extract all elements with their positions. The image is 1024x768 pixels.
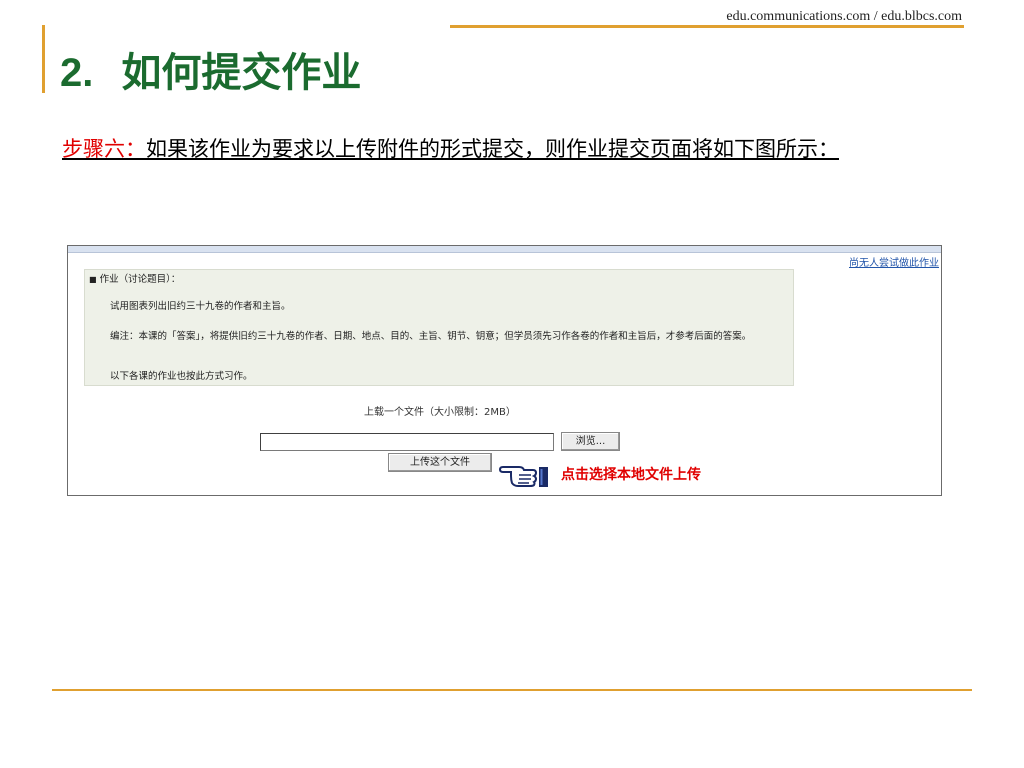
assignment-paragraph: 以下各课的作业也按此方式习作。 xyxy=(110,371,253,382)
browse-button[interactable]: 浏览... xyxy=(561,432,620,451)
assignment-heading: ■ 作业（讨论题目）： xyxy=(89,273,180,286)
assignment-note: 编注：本课的「答案」，将提供旧约三十九卷的作者、日期、地点、目的、主旨、钥节、钥… xyxy=(110,331,752,342)
no-attempts-link[interactable]: 尚无人尝试做此作业 xyxy=(849,254,939,269)
footer-divider xyxy=(52,689,972,691)
screenshot-top-bar xyxy=(68,246,941,253)
assignment-paragraph: 试用图表列出旧约三十九卷的作者和主旨。 xyxy=(110,301,291,312)
assignment-heading-text: 作业（讨论题目）： xyxy=(99,274,181,285)
header-divider xyxy=(450,25,964,28)
upload-caption: 上载一个文件（大小限制：2MB） xyxy=(364,407,516,418)
step-text: 如果该作业为要求以上传附件的形式提交，则作业提交页面将如下图所示： xyxy=(146,137,839,161)
step-description: 步骤六：如果该作业为要求以上传附件的形式提交，则作业提交页面将如下图所示： xyxy=(62,134,942,164)
file-path-input[interactable] xyxy=(260,433,554,451)
upload-hint-text: 点击选择本地文件上传 xyxy=(561,467,701,483)
assignment-description-box: ■ 作业（讨论题目）： 试用图表列出旧约三十九卷的作者和主旨。 编注：本课的「答案… xyxy=(84,269,794,386)
section-number: 2. xyxy=(60,51,94,95)
embedded-screenshot: 尚无人尝试做此作业 ■ 作业（讨论题目）： 试用图表列出旧约三十九卷的作者和主旨。… xyxy=(67,245,942,496)
step-label: 步骤六： xyxy=(62,137,146,161)
upload-file-button[interactable]: 上传这个文件 xyxy=(388,453,492,472)
title-accent-bar xyxy=(42,25,45,93)
slide-title: 2. 如何提交作业 xyxy=(60,40,361,98)
bullet-icon: ■ xyxy=(89,275,97,284)
pointing-hand-icon xyxy=(499,458,555,488)
section-title: 如何提交作业 xyxy=(121,51,362,95)
site-url: edu.communications.com / edu.blbcs.com xyxy=(726,9,962,24)
